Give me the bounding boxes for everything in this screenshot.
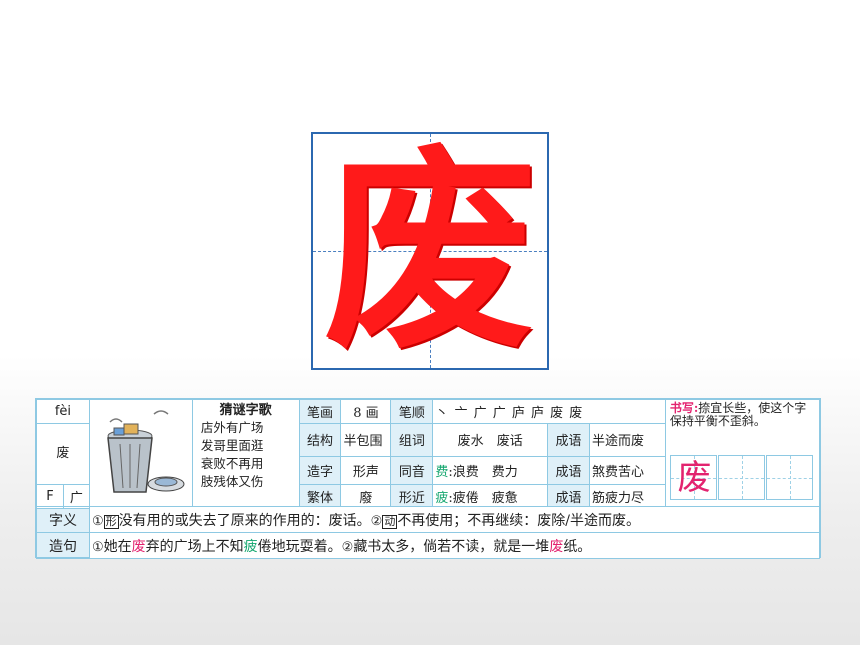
- word-item: 废话: [496, 434, 523, 450]
- pos-tag: 动: [382, 514, 398, 529]
- practice-square: [765, 455, 813, 500]
- riddle-title: 猜谜字歌: [219, 403, 272, 418]
- homophone-char: 费: [435, 464, 449, 480]
- homophone-words: 浪费 费力: [452, 464, 518, 480]
- stroke-order-sequence: 丶 亠 广 广 庐 庐 废 废: [432, 399, 666, 424]
- structure-value: 半包围: [340, 423, 392, 457]
- practice-square: 废: [669, 455, 717, 500]
- similar-char: 疲: [435, 491, 449, 506]
- homophone-value: 费:浪费 费力: [432, 455, 549, 485]
- writing-tip-section: 书写:捺宜长些，使这个字保持平衡不歪斜。 废: [664, 399, 821, 509]
- traditional-label: 繁体: [298, 484, 342, 509]
- trash-can-illustration: [88, 399, 193, 509]
- strokes-label: 笔画: [298, 399, 342, 424]
- similar-value: 疲:疲倦 疲惫: [432, 484, 549, 509]
- riddle-line: 店外有广场: [200, 420, 264, 435]
- formation-value: 形声: [340, 455, 392, 485]
- sentence-label: 造句: [36, 532, 90, 559]
- riddle-line: 肢残体又伤: [200, 474, 264, 489]
- similar-words: 疲倦 疲惫: [452, 491, 518, 506]
- character-display-box: 废: [311, 132, 549, 370]
- idiom-label: 成语: [547, 423, 590, 457]
- practice-grid: 废: [669, 455, 814, 500]
- traditional-value: 廢: [340, 484, 392, 509]
- radical-letter: F: [36, 484, 64, 509]
- stroke-order-label: 笔顺: [390, 399, 434, 424]
- info-table-bottom: 字义 ① 形没有用的或失去了原来的作用的：废话。② 动不再使用；不再继续：废除/半途…: [36, 506, 820, 559]
- homophone-label: 同音: [390, 455, 434, 485]
- idiom-value: 筋疲力尽: [589, 484, 666, 509]
- meaning-label: 字义: [36, 506, 90, 533]
- pos-tag: 形: [103, 514, 119, 529]
- meaning-text: ① 形没有用的或失去了原来的作用的：废话。② 动不再使用；不再继续：废除/半途而废。: [89, 506, 820, 533]
- word-item: 废水: [457, 434, 484, 450]
- practice-sample-character: 废: [677, 458, 712, 498]
- trash-can-icon: [106, 410, 185, 493]
- radical: 广: [62, 484, 90, 509]
- words-value: 废水 废话: [432, 423, 549, 457]
- riddle-section: 猜谜字歌 店外有广场 发哥里面逛 衰败不再用 肢残体又伤: [191, 399, 300, 509]
- similar-label: 形近: [390, 484, 434, 509]
- info-table-top: fèi 猜谜字歌 店外有广场 发哥里面逛 衰败不再用 肢残体又伤 笔画 8 画 …: [36, 399, 821, 509]
- large-character: 废: [323, 126, 537, 377]
- sentence-text: ①她在废弃的广场上不知疲倦地玩耍着。②藏书太多，倘若不读，就是一堆废纸。: [89, 532, 820, 559]
- practice-square: [717, 455, 765, 500]
- idiom-label: 成语: [547, 484, 590, 509]
- words-label: 组词: [390, 423, 434, 457]
- structure-label: 结构: [298, 423, 342, 457]
- riddle-line: 发哥里面逛: [200, 438, 264, 453]
- small-character: 废: [36, 423, 90, 485]
- writing-label: 书写:: [669, 401, 699, 415]
- writing-note: 书写:捺宜长些，使这个字保持平衡不歪斜。: [666, 401, 818, 431]
- idiom-value: 煞费苦心: [589, 455, 666, 485]
- pinyin: fèi: [36, 399, 90, 424]
- strokes-value: 8 画: [340, 399, 392, 424]
- formation-label: 造字: [298, 455, 342, 485]
- character-info-card: fèi 猜谜字歌 店外有广场 发哥里面逛 衰败不再用 肢残体又伤 笔画 8 画 …: [35, 398, 821, 559]
- idiom-value: 半途而废: [589, 423, 666, 457]
- idiom-label: 成语: [547, 455, 590, 485]
- riddle-line: 衰败不再用: [200, 456, 264, 471]
